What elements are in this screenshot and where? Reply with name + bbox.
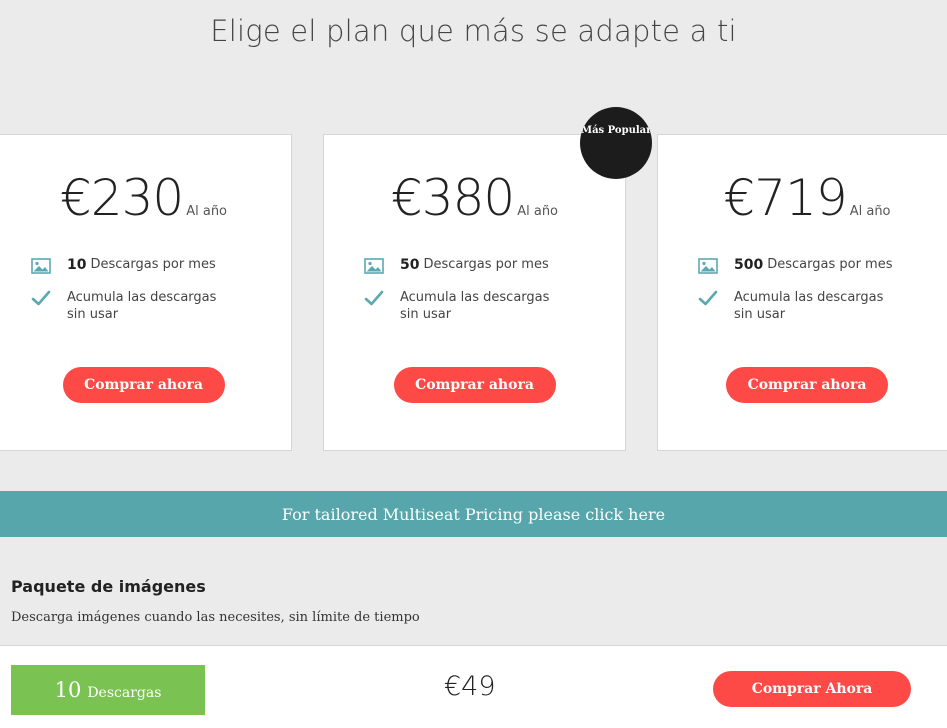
downloads-label: Descargas por mes [767, 257, 893, 272]
downloads-qty: 50 [400, 257, 420, 273]
feature-downloads: 500 Descargas por mes [698, 257, 893, 275]
feature-text: Acumula las descargas sin usar [400, 290, 550, 322]
price-row: €719 Al año [658, 169, 947, 227]
multiseat-pricing-link[interactable]: For tailored Multiseat Pricing please cl… [0, 491, 947, 537]
image-icon [31, 258, 51, 274]
plan-period: Al año [517, 204, 559, 219]
feature-downloads: 50 Descargas por mes [364, 257, 549, 275]
plan-card-719: €719 Al año 500 Descargas por mes Acumula … [657, 134, 947, 451]
buy-now-button-230[interactable]: Comprar ahora [62, 367, 225, 403]
pack-row: 10 Descargas €49 Comprar Ahora [0, 645, 947, 728]
downloads-qty: 10 [67, 257, 87, 273]
badge-label: Más Popular [581, 125, 652, 136]
page-title: Elige el plan que más se adapte a ti [210, 14, 737, 48]
pack-downloads-qty: 10 [54, 678, 82, 702]
plan-card-230: €230 Al año 10 Descargas por mes Acumula l… [0, 134, 292, 451]
downloads-label: Descargas por mes [423, 257, 549, 272]
pack-description: Descarga imágenes cuando las necesites, … [11, 610, 420, 625]
price-row: €230 Al año [0, 169, 291, 227]
pack-price: €49 [444, 671, 496, 702]
buy-now-button-719[interactable]: Comprar ahora [726, 367, 888, 403]
feature-downloads: 10 Descargas por mes [31, 257, 216, 275]
plan-period: Al año [186, 204, 228, 219]
price-row: €380 Al año [324, 169, 625, 227]
most-popular-badge: Más Popular [580, 107, 652, 179]
feature-text: Acumula las descargas sin usar [734, 290, 884, 322]
plan-period: Al año [849, 204, 891, 219]
pack-title: Paquete de imágenes [11, 577, 206, 596]
feature-accumulate: Acumula las descargas sin usar [698, 289, 894, 323]
image-icon [698, 258, 718, 274]
plan-card-380: €380 Al año 50 Descargas por mes Acumula l… [323, 134, 626, 451]
feature-accumulate: Acumula las descargas sin usar [31, 289, 227, 323]
plan-price: €719 [723, 169, 847, 227]
downloads-label: Descargas por mes [90, 257, 216, 272]
pack-buy-now-button[interactable]: Comprar Ahora [713, 671, 911, 707]
image-icon [364, 258, 384, 274]
check-icon [364, 290, 384, 306]
check-icon [698, 290, 718, 306]
check-icon [31, 290, 51, 306]
feature-accumulate: Acumula las descargas sin usar [364, 289, 560, 323]
plan-price: €380 [390, 169, 515, 227]
plan-price: €230 [59, 169, 184, 227]
pack-downloads-label: Descargas [87, 685, 162, 701]
pack-downloads-box: 10 Descargas [11, 665, 205, 715]
buy-now-button-380[interactable]: Comprar ahora [393, 367, 556, 403]
downloads-qty: 500 [734, 257, 764, 273]
feature-text: Acumula las descargas sin usar [67, 290, 217, 322]
